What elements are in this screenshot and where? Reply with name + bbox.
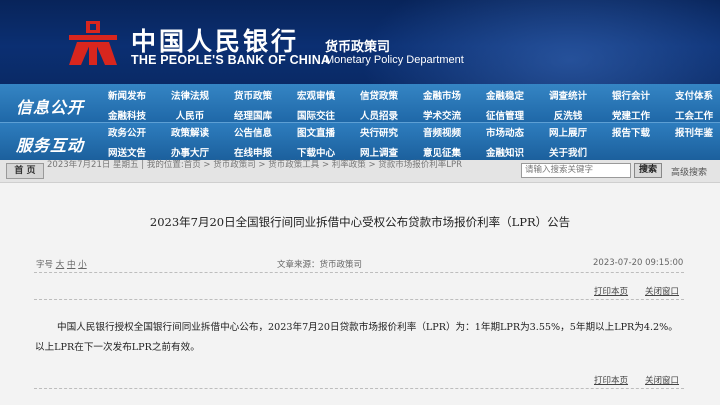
divider-bottom xyxy=(34,388,684,389)
breadcrumb: 2023年7月21日 星期五 | 我的位置:首页 > 货币政策司 > 货币政策工… xyxy=(47,160,463,170)
font-large-link[interactable]: 大 xyxy=(56,260,65,270)
divider-middle xyxy=(34,299,684,300)
article-datetime: 2023-07-20 09:15:00 xyxy=(593,258,684,268)
nav-item[interactable]: 意见征集 xyxy=(411,145,473,159)
font-size-label: 字号 xyxy=(36,260,54,270)
nav-item[interactable]: 支付体系 xyxy=(663,88,720,102)
print-page-link-top[interactable]: 打印本页 xyxy=(594,285,628,297)
font-size-controls: 字号 大 中 小 xyxy=(36,258,87,270)
article-source: 文章来源：货币政策司 xyxy=(277,260,363,270)
pboc-logo-icon[interactable] xyxy=(67,19,119,67)
nav-item[interactable]: 图文直播 xyxy=(285,125,347,139)
site-header: 中国人民银行 THE PEOPLE'S BANK OF CHINA 货币政策司 … xyxy=(0,0,720,84)
header-glow xyxy=(360,0,720,84)
article-title: 2023年7月20日全国银行间同业拆借中心受权公布贷款市场报价利率（LPR）公告 xyxy=(149,215,571,229)
bank-name-en: THE PEOPLE'S BANK OF CHINA xyxy=(131,53,331,67)
nav-item[interactable]: 央行研究 xyxy=(348,125,410,139)
close-window-link-top[interactable]: 关闭窗口 xyxy=(645,285,679,297)
advanced-search-link[interactable]: 高级搜索 xyxy=(671,165,707,178)
nav-item[interactable]: 经理国库 xyxy=(222,108,284,122)
article-body: 中国人民银行授权全国银行间同业拆借中心公布，2023年7月20日贷款市场报价利率… xyxy=(35,322,678,353)
main-navigation: 信息公开 服务互动 新闻发布 法律法规 货币政策 宏观审慎 信贷政策 金融市场 金融稳定 调查… xyxy=(0,84,720,161)
nav-item[interactable]: 公告信息 xyxy=(222,125,284,139)
nav-item[interactable]: 反洗钱 xyxy=(537,108,599,122)
breadcrumb-bar: 首 页 2023年7月21日 星期五 | 我的位置:首页 > 货币政策司 > 货… xyxy=(0,160,720,183)
nav-item[interactable]: 网上展厅 xyxy=(537,125,599,139)
dept-name-cn: 货币政策司 xyxy=(325,40,391,55)
nav-item[interactable]: 人民币 xyxy=(159,108,221,122)
nav-item[interactable]: 征信管理 xyxy=(474,108,536,122)
nav-item[interactable]: 办事大厅 xyxy=(159,145,221,159)
nav-item[interactable]: 金融科技 xyxy=(96,108,158,122)
nav-item[interactable]: 音频视频 xyxy=(411,125,473,139)
nav-item[interactable]: 人员招录 xyxy=(348,108,410,122)
search-input[interactable]: 请输入搜索关键字 xyxy=(521,163,631,178)
font-small-link[interactable]: 小 xyxy=(78,260,87,270)
nav-item[interactable]: 网上调查 xyxy=(348,145,410,159)
nav-item[interactable]: 宏观审慎 xyxy=(285,88,347,102)
nav-item[interactable]: 政策解读 xyxy=(159,125,221,139)
home-button[interactable]: 首 页 xyxy=(6,163,44,179)
nav-item[interactable]: 工会工作 xyxy=(663,108,720,122)
nav-item[interactable]: 银行会计 xyxy=(600,88,662,102)
nav-item[interactable]: 市场动态 xyxy=(474,125,536,139)
nav-title-info-disclosure: 信息公开 xyxy=(16,98,85,117)
nav-item[interactable]: 下载中心 xyxy=(285,145,347,159)
font-medium-link[interactable]: 中 xyxy=(67,260,76,270)
nav-item[interactable]: 金融稳定 xyxy=(474,88,536,102)
nav-title-service-interaction: 服务互动 xyxy=(16,136,85,155)
divider-top xyxy=(34,272,684,273)
nav-item[interactable]: 国际交往 xyxy=(285,108,347,122)
nav-item[interactable]: 党建工作 xyxy=(600,108,662,122)
nav-item[interactable]: 新闻发布 xyxy=(96,88,158,102)
nav-item[interactable]: 学术交流 xyxy=(411,108,473,122)
nav-item[interactable]: 政务公开 xyxy=(96,125,158,139)
nav-item[interactable]: 报告下载 xyxy=(600,125,662,139)
nav-item[interactable]: 报刊年鉴 xyxy=(663,125,720,139)
nav-item[interactable]: 网送文告 xyxy=(96,145,158,159)
dept-name-en: Monetary Policy Department xyxy=(325,54,464,66)
close-window-link-bottom[interactable]: 关闭窗口 xyxy=(645,374,679,386)
nav-item[interactable]: 信贷政策 xyxy=(348,88,410,102)
nav-item[interactable]: 调查统计 xyxy=(537,88,599,102)
nav-item[interactable]: 在线申报 xyxy=(222,145,284,159)
nav-item[interactable]: 法律法规 xyxy=(159,88,221,102)
nav-item[interactable]: 金融市场 xyxy=(411,88,473,102)
print-page-link-bottom[interactable]: 打印本页 xyxy=(594,374,628,386)
nav-item[interactable]: 金融知识 xyxy=(474,145,536,159)
nav-item[interactable]: 货币政策 xyxy=(222,88,284,102)
search-button[interactable]: 搜索 xyxy=(634,163,662,178)
nav-item[interactable]: 关于我们 xyxy=(537,145,599,159)
